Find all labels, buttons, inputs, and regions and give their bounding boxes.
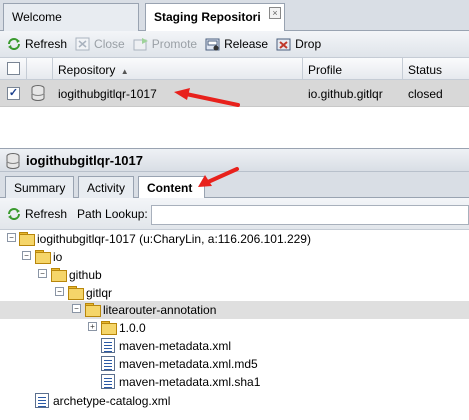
refresh-label: Refresh [25, 37, 68, 51]
tab-summary-label: Summary [14, 181, 66, 195]
row-select-cell[interactable]: ✓ [0, 80, 27, 107]
tree-node-version[interactable]: + 1.0.0 [0, 319, 469, 337]
close-repo-icon [75, 37, 90, 51]
repository-header-label: Repository [58, 63, 116, 77]
tree-node-label: io [53, 250, 63, 264]
collapse-icon[interactable]: − [7, 233, 16, 242]
database-icon [6, 153, 20, 169]
tree-node-io[interactable]: − io [0, 248, 469, 266]
tree-node-label: litearouter-annotation [103, 303, 217, 317]
annotation-arrow-content [198, 167, 239, 187]
refresh-icon [8, 207, 20, 220]
tree-node-label: archetype-catalog.xml [53, 394, 171, 408]
path-lookup-input[interactable] [151, 205, 469, 225]
row-repository-name: iogithubgitlqr-1017 [58, 87, 157, 101]
row-checkbox[interactable]: ✓ [7, 87, 20, 100]
tree-node-label: iogithubgitlqr-1017 (u:CharyLin, a:116.2… [37, 232, 311, 246]
select-all-checkbox[interactable] [7, 62, 20, 75]
collapse-icon[interactable]: − [22, 251, 31, 260]
tree-node-annotation[interactable]: − litearouter-annotation [0, 301, 469, 319]
close-label: Close [94, 37, 125, 51]
tree-node-file[interactable]: maven-metadata.xml [0, 337, 469, 355]
tab-summary[interactable]: Summary [5, 176, 74, 198]
xml-file-icon [35, 393, 49, 408]
tab-staging-repositories[interactable]: Staging Repositori × [145, 3, 285, 32]
tree-node-github[interactable]: − github [0, 266, 469, 284]
release-button[interactable]: Release [205, 37, 268, 51]
repository-grid-header: Repository ▲ Profile Status [0, 58, 469, 80]
tab-staging-label: Staging Repositori [154, 10, 261, 24]
tree-node-file[interactable]: maven-metadata.xml.md5 [0, 355, 469, 373]
tab-content-label: Content [147, 181, 193, 195]
header-icon-column [27, 58, 53, 80]
header-select-all[interactable] [0, 58, 27, 80]
column-header-profile[interactable]: Profile [303, 58, 403, 80]
row-icon-cell [27, 80, 53, 107]
drop-label: Drop [295, 37, 322, 51]
status-header-label: Status [408, 63, 443, 77]
path-lookup-label: Path Lookup: [77, 206, 148, 221]
tree-node-label: gitlqr [86, 286, 113, 300]
release-label: Release [224, 37, 269, 51]
annotation-arrow-repository [174, 88, 240, 107]
tree-node-label: github [69, 268, 102, 282]
close-button[interactable]: Close [75, 37, 125, 51]
tree-node-root[interactable]: − iogithubgitlqr-1017 (u:CharyLin, a:116… [0, 230, 469, 248]
collapse-icon[interactable]: − [38, 269, 47, 278]
folder-open-icon [19, 232, 35, 246]
collapse-icon[interactable]: − [72, 304, 81, 313]
column-header-status[interactable]: Status [403, 58, 469, 80]
xml-file-icon [101, 338, 115, 353]
promote-icon [133, 38, 148, 51]
profile-header-label: Profile [308, 63, 343, 77]
tab-activity-label: Activity [87, 181, 126, 195]
folder-open-icon [85, 303, 101, 317]
staging-toolbar: Refresh Close Promote Release Drop [0, 31, 469, 58]
database-icon [31, 85, 45, 101]
tree-node-label: maven-metadata.xml [119, 339, 232, 353]
tab-welcome-label: Welcome [12, 10, 62, 24]
tree-node-catalog[interactable]: archetype-catalog.xml [0, 392, 469, 410]
promote-button[interactable]: Promote [133, 37, 197, 51]
column-header-repository[interactable]: Repository ▲ [53, 58, 303, 80]
tree-node-label: maven-metadata.xml.sha1 [119, 375, 261, 389]
row-profile-cell: io.github.gitlqr [303, 80, 403, 107]
row-status-value: closed [408, 87, 443, 101]
content-refresh-button[interactable]: Refresh [6, 207, 67, 221]
release-icon [205, 38, 220, 51]
tab-activity[interactable]: Activity [78, 176, 134, 198]
content-refresh-label: Refresh [25, 206, 68, 221]
tree-node-label: 1.0.0 [119, 321, 146, 335]
tab-welcome[interactable]: Welcome [3, 3, 139, 31]
collapse-icon[interactable]: − [55, 287, 64, 296]
sort-ascending-icon: ▲ [120, 67, 129, 76]
row-profile-value: io.github.gitlqr [308, 87, 383, 101]
xml-file-icon [101, 374, 115, 389]
detail-title-text: iogithubgitlqr-1017 [26, 153, 143, 168]
folder-open-icon [51, 268, 67, 282]
refresh-icon [8, 38, 20, 50]
tree-node-file[interactable]: maven-metadata.xml.sha1 [0, 373, 469, 391]
close-icon[interactable]: × [269, 7, 281, 19]
drop-icon [276, 38, 291, 51]
xml-file-icon [101, 356, 115, 371]
promote-label: Promote [151, 37, 198, 51]
tree-node-label: maven-metadata.xml.md5 [119, 357, 258, 371]
expand-icon[interactable]: + [88, 322, 97, 331]
folder-icon [101, 321, 117, 335]
tree-node-gitlqr[interactable]: − gitlqr [0, 284, 469, 302]
top-tab-bar: Welcome Staging Repositori × [0, 0, 469, 32]
row-status-cell: closed [403, 80, 469, 107]
refresh-button[interactable]: Refresh [6, 37, 67, 51]
tab-content[interactable]: Content [138, 176, 205, 199]
folder-open-icon [35, 250, 51, 264]
drop-button[interactable]: Drop [276, 37, 321, 51]
folder-open-icon [68, 286, 84, 300]
